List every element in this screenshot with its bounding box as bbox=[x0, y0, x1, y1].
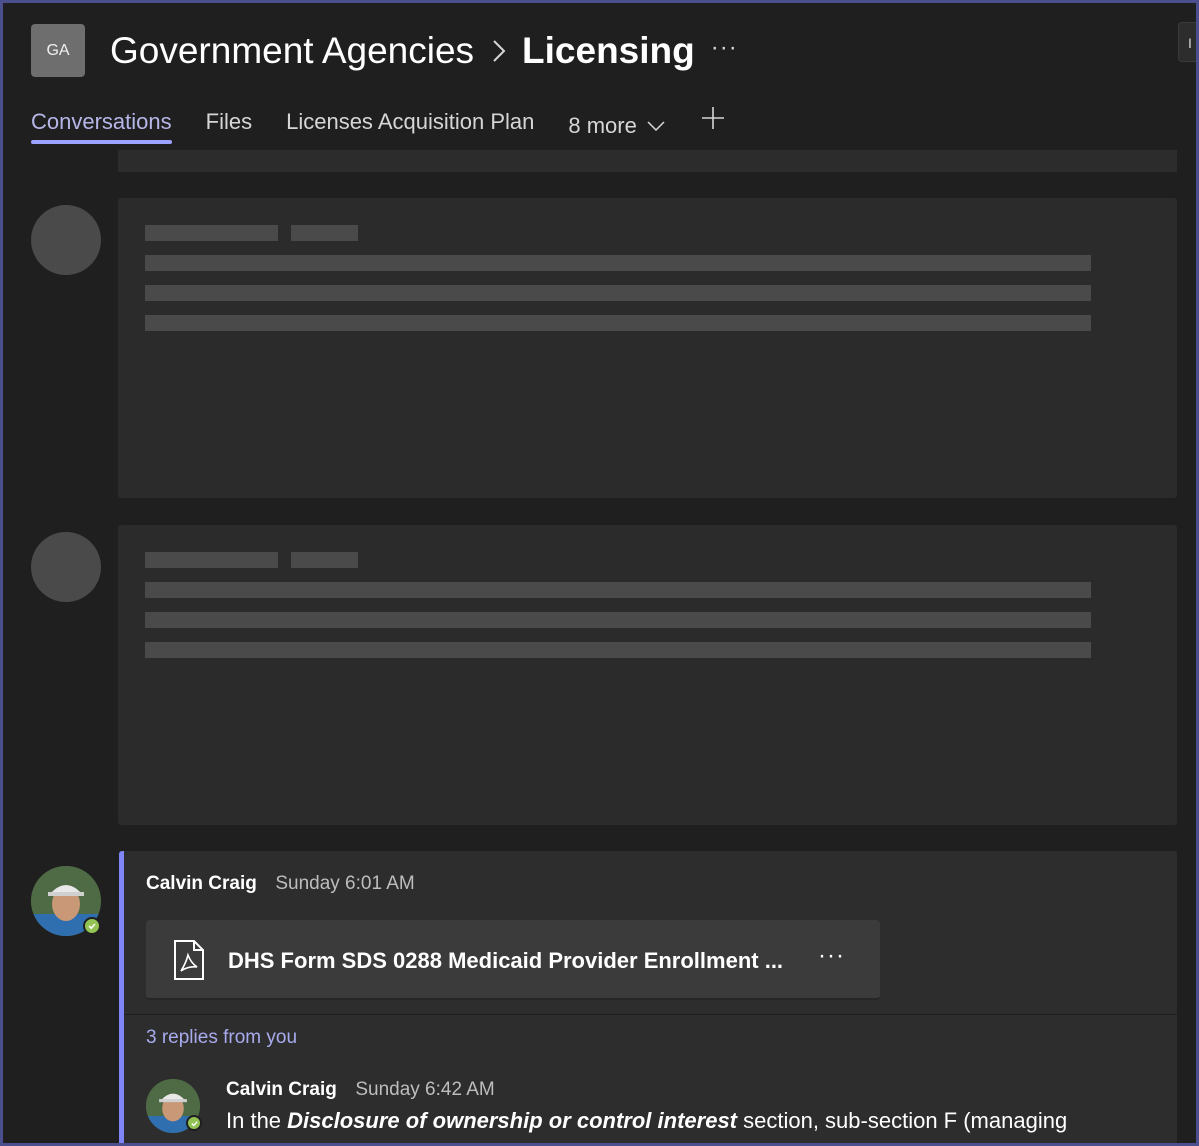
loading-line bbox=[291, 552, 358, 568]
presence-available-icon bbox=[83, 917, 101, 935]
loading-line bbox=[291, 225, 358, 241]
team-name[interactable]: Government Agencies bbox=[110, 30, 474, 72]
reply-text-emphasis: Disclosure of ownership or control inter… bbox=[287, 1108, 738, 1133]
header-action-button[interactable]: I bbox=[1178, 22, 1199, 62]
channel-name: Licensing bbox=[522, 30, 695, 71]
loading-line bbox=[145, 612, 1091, 628]
loading-avatar-placeholder bbox=[31, 532, 101, 602]
reply-text-after: section, sub-section F (managing bbox=[737, 1108, 1068, 1133]
reply-text-before: In the bbox=[226, 1108, 288, 1133]
message-thread[interactable]: Calvin Craig Sunday 6:01 AM DHS Form SDS… bbox=[119, 851, 1177, 1146]
loading-message-placeholder bbox=[118, 525, 1177, 825]
loading-line bbox=[145, 285, 1091, 301]
loading-placeholder bbox=[118, 150, 1177, 172]
pdf-icon bbox=[172, 939, 206, 986]
loading-line bbox=[145, 642, 1091, 658]
channel-more-options-button[interactable]: ··· bbox=[711, 34, 738, 62]
message-header: Calvin Craig Sunday 6:01 AM bbox=[146, 873, 415, 895]
loading-avatar-placeholder bbox=[31, 205, 101, 275]
chevron-right-icon bbox=[492, 39, 506, 63]
file-name[interactable]: DHS Form SDS 0288 Medicaid Provider Enro… bbox=[228, 948, 783, 974]
tab-conversations[interactable]: Conversations bbox=[31, 106, 172, 146]
reply-message[interactable]: Calvin Craig Sunday 6:42 AM In the Discl… bbox=[119, 1063, 1177, 1146]
tab-more-label: 8 more bbox=[568, 113, 637, 138]
reply-body: In the Disclosure of ownership or contro… bbox=[226, 1108, 1067, 1134]
divider bbox=[124, 1014, 1177, 1015]
channel-header: GA Government Agencies Licensing ··· I C… bbox=[0, 0, 1199, 150]
loading-line bbox=[145, 255, 1091, 271]
chevron-down-icon bbox=[647, 121, 665, 131]
replies-link[interactable]: 3 replies from you bbox=[146, 1027, 297, 1049]
loading-line bbox=[145, 552, 278, 568]
loading-line bbox=[145, 315, 1091, 331]
loading-message-placeholder bbox=[118, 198, 1177, 498]
tab-licenses-acquisition-plan[interactable]: Licenses Acquisition Plan bbox=[286, 106, 534, 146]
add-tab-button[interactable] bbox=[701, 106, 725, 135]
team-avatar[interactable]: GA bbox=[31, 24, 85, 77]
file-more-options-button[interactable]: ··· bbox=[818, 942, 845, 970]
reply-timestamp: Sunday 6:42 AM bbox=[355, 1079, 495, 1100]
author-name[interactable]: Calvin Craig bbox=[146, 873, 257, 894]
loading-line bbox=[145, 582, 1091, 598]
loading-line bbox=[145, 225, 278, 241]
message-timestamp: Sunday 6:01 AM bbox=[275, 873, 415, 894]
breadcrumb: Government Agencies Licensing ··· bbox=[110, 26, 738, 76]
presence-available-icon bbox=[186, 1115, 202, 1131]
plus-icon bbox=[701, 107, 724, 129]
channel-tabs: Conversations Files Licenses Acquisition… bbox=[31, 106, 725, 146]
tab-files[interactable]: Files bbox=[206, 106, 252, 146]
reply-header: Calvin Craig Sunday 6:42 AM bbox=[226, 1079, 495, 1101]
reply-author-name[interactable]: Calvin Craig bbox=[226, 1079, 337, 1100]
file-attachment-card[interactable]: DHS Form SDS 0288 Medicaid Provider Enro… bbox=[146, 920, 880, 1000]
tab-more-dropdown[interactable]: 8 more bbox=[568, 106, 665, 146]
